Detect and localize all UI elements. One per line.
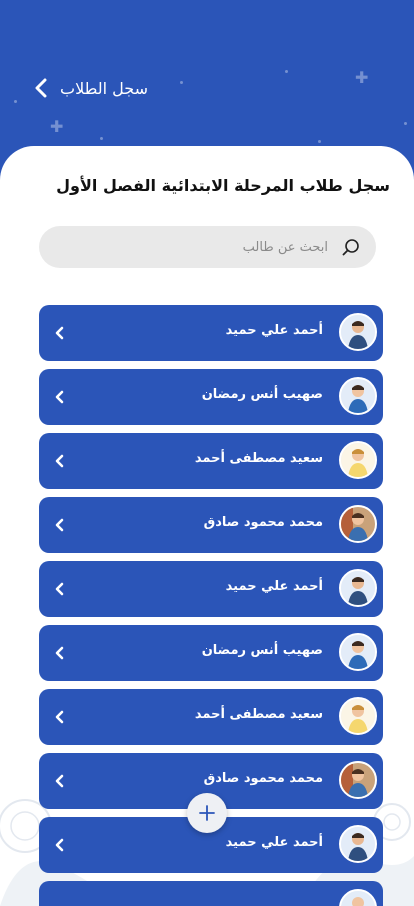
page-title: سجل طلاب المرحلة الابتدائية الفصل الأول	[56, 176, 390, 195]
avatar	[339, 569, 377, 607]
avatar	[339, 313, 377, 351]
student-name: صهيب أنس رمضان	[201, 387, 323, 402]
chevron-left-icon	[55, 710, 64, 724]
chevron-left-icon	[55, 582, 64, 596]
student-name: سعيد مصطفى أحمد	[194, 451, 323, 466]
decor-dot	[100, 137, 103, 140]
chevron-left-icon	[30, 77, 52, 99]
add-student-button[interactable]	[187, 793, 227, 833]
sparkle-icon: ✚	[50, 117, 64, 136]
student-name: صهيب أنس رمضان	[201, 643, 323, 658]
student-row[interactable]	[39, 881, 383, 906]
chevron-left-icon	[55, 326, 64, 340]
student-row[interactable]: سعيد مصطفى أحمد	[39, 433, 383, 489]
sparkle-icon: ✚	[355, 68, 369, 87]
chevron-left-icon	[55, 390, 64, 404]
decor-dot	[180, 81, 183, 84]
content-sheet: سجل طلاب المرحلة الابتدائية الفصل الأول …	[0, 146, 414, 906]
chevron-left-icon	[55, 646, 64, 660]
student-name: أحمد علي حميد	[225, 579, 323, 594]
avatar	[339, 761, 377, 799]
decor-dot	[318, 140, 321, 143]
student-row[interactable]: صهيب أنس رمضان	[39, 625, 383, 681]
student-name: سعيد مصطفى أحمد	[194, 707, 323, 722]
student-row[interactable]: أحمد علي حميد	[39, 305, 383, 361]
avatar	[339, 633, 377, 671]
avatar	[339, 825, 377, 863]
chevron-left-icon	[55, 454, 64, 468]
search-bar[interactable]	[39, 225, 376, 269]
header-title: سجل الطلاب	[60, 78, 148, 98]
search-icon	[340, 236, 362, 258]
avatar	[339, 889, 377, 906]
student-name: أحمد علي حميد	[225, 323, 323, 338]
student-name: أحمد علي حميد	[225, 835, 323, 850]
chevron-left-icon	[55, 774, 64, 788]
student-row[interactable]: محمد محمود صادق	[39, 497, 383, 553]
chevron-left-icon	[55, 838, 64, 852]
plus-icon	[199, 805, 215, 821]
decor-dot	[285, 70, 288, 73]
back-button[interactable]: سجل الطلاب	[30, 74, 148, 102]
student-row[interactable]: أحمد علي حميد	[39, 561, 383, 617]
avatar	[339, 697, 377, 735]
decor-dot	[14, 100, 17, 103]
decor-dot	[404, 122, 407, 125]
student-name: محمد محمود صادق	[203, 515, 323, 530]
avatar	[339, 441, 377, 479]
avatar	[339, 505, 377, 543]
avatar	[339, 377, 377, 415]
student-row[interactable]: صهيب أنس رمضان	[39, 369, 383, 425]
student-name: محمد محمود صادق	[203, 771, 323, 786]
search-input[interactable]	[53, 225, 330, 269]
student-row[interactable]: سعيد مصطفى أحمد	[39, 689, 383, 745]
chevron-left-icon	[55, 518, 64, 532]
